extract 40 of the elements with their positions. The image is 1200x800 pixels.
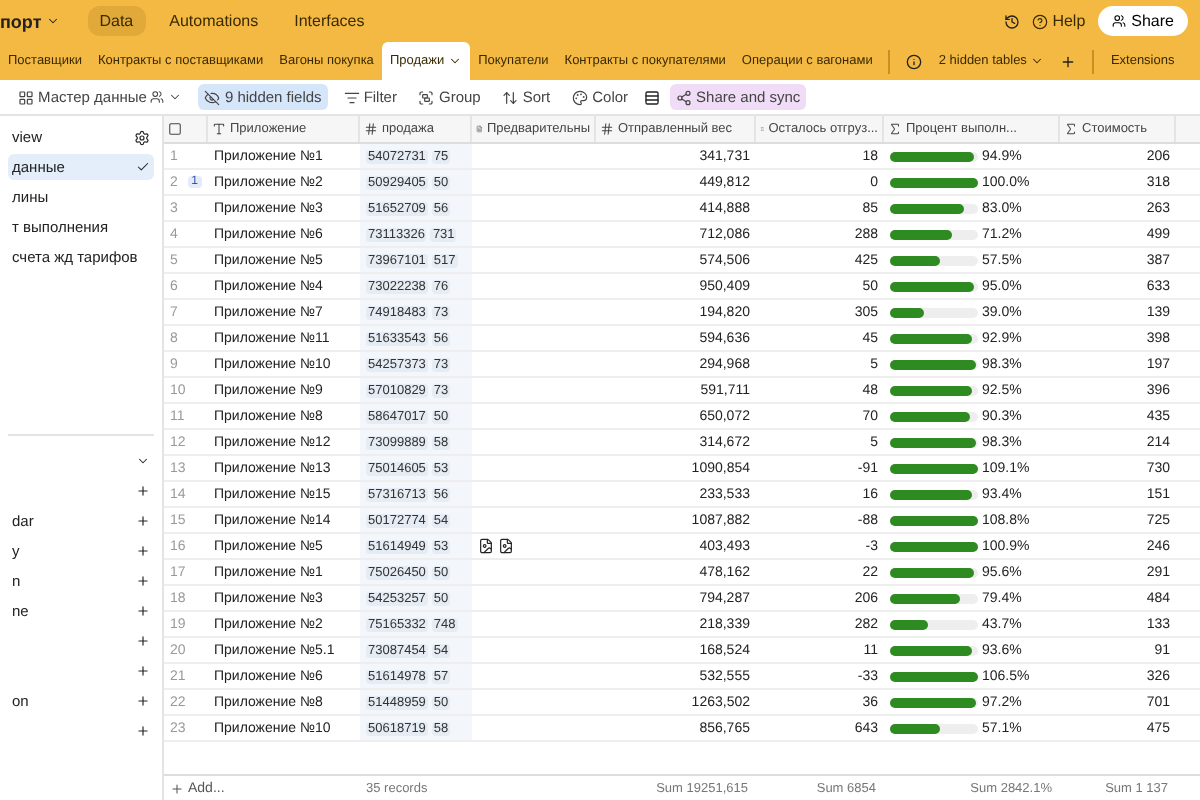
sort-icon: [502, 89, 519, 105]
add-icon[interactable]: [136, 574, 150, 588]
add-icon[interactable]: [136, 634, 150, 648]
add-icon[interactable]: [136, 724, 150, 738]
people-icon: [150, 90, 165, 104]
checkbox-icon: [168, 122, 182, 136]
add-icon[interactable]: [1060, 54, 1077, 70]
attachment-icon: [478, 538, 494, 554]
people-icon: [1111, 14, 1126, 28]
grid-icon: [18, 89, 34, 105]
check-icon: [136, 160, 150, 174]
add-icon[interactable]: [136, 544, 150, 558]
hidden-icon: [204, 89, 221, 105]
add-icon: [170, 781, 184, 795]
nav-tab[interactable]: Automations: [157, 6, 271, 36]
help-icon: [1032, 13, 1049, 29]
nav-tab[interactable]: Interfaces: [282, 6, 377, 36]
palette-icon: [572, 89, 589, 105]
chevron-icon: [45, 14, 60, 28]
base-name[interactable]: порт: [0, 11, 60, 31]
attachment-icon: [498, 538, 514, 554]
settings-icon: [134, 129, 150, 145]
share-button[interactable]: Share: [1097, 6, 1188, 36]
add-icon[interactable]: [136, 484, 150, 498]
help-button[interactable]: Help: [1032, 12, 1086, 30]
chevron-icon: [168, 90, 183, 104]
add-icon[interactable]: [136, 604, 150, 618]
info-icon[interactable]: [906, 54, 923, 70]
nav-tab[interactable]: Data: [87, 6, 146, 36]
history-icon[interactable]: [1004, 13, 1021, 29]
share-icon: [676, 89, 693, 105]
group-icon: [418, 89, 435, 105]
chevron-icon: [448, 54, 463, 68]
add-icon[interactable]: [136, 694, 150, 708]
add-icon[interactable]: [136, 514, 150, 528]
filter-icon: [343, 89, 360, 105]
row-height-icon[interactable]: [644, 89, 661, 105]
chevron-icon: [136, 454, 150, 468]
add-icon[interactable]: [136, 664, 150, 678]
chevron-icon: [1030, 54, 1045, 68]
